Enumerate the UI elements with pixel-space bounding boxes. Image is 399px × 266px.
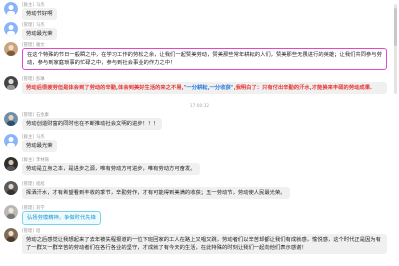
message-bubble[interactable]: 劳动节好啊	[22, 8, 57, 20]
message-bubble[interactable]: 挥洒汗水，才有希望看到丰收的季节，辛勤劳作，才有可能得到美满的收获；五一劳动节，…	[22, 187, 290, 199]
avatar[interactable]	[4, 42, 18, 56]
chat-message: [管理] 程旭 挥洒汗水，才有希望看到丰收的季节，辛勤劳作，才有可能得到美满的收获…	[4, 181, 387, 201]
chat-window: [群主] 马杰 劳动节好啊 [管理] 马杰 劳动最光荣 [管理] 雅文 在这个特殊的节…	[0, 0, 399, 266]
avatar[interactable]	[4, 22, 18, 36]
time-divider: 17:00:32	[189, 104, 210, 109]
scrollbar-thumb[interactable]	[394, 8, 397, 46]
chat-message: [群主] 马杰 劳动最光荣	[4, 134, 387, 154]
message-text-segment: 劳动后很疲劳但是体会到了劳动的辛勤,体会到美好生活的来之不易,	[26, 85, 184, 91]
chat-message: [管理] 旭 劳动之后感觉让我想起来了去年被失程报道的一位下班回家的工人在路上又唱…	[4, 228, 387, 264]
avatar[interactable]	[4, 205, 18, 219]
message-text-segment: "一分耕耘,一分收获"	[183, 85, 234, 91]
message-bubble[interactable]: 劳动最光荣	[22, 140, 57, 152]
message-text-segment: ,我明白了：只有付出辛勤的汗水,才能换来丰硕的劳动成果.	[233, 85, 373, 91]
chat-message: [管理] 石金康 劳动创造财富的同时也在不断推动社会文明的进步！！！	[4, 112, 387, 132]
chat-message: [管理] 彭琳 劳动后很疲劳但是体会到了劳动的辛勤,体会到美好生活的来之不易,"一…	[4, 76, 387, 104]
chat-message: [管理] 雅文 在这个特殊的节日一般瞬之中，在学习工作的劳松之余，让我们一起赞美劳…	[4, 42, 387, 72]
avatar[interactable]	[4, 76, 18, 90]
avatar[interactable]	[4, 112, 18, 126]
avatar[interactable]	[4, 134, 18, 148]
avatar[interactable]	[4, 157, 18, 171]
message-bubble[interactable]: 劳动是立身之本，是进步之源，唯有劳动方可进步，唯有劳动方可奋发。	[22, 163, 200, 175]
chat-message: [群主] 马杰 劳动节好啊	[4, 2, 387, 20]
message-bubble[interactable]: 弘扬劳模精神，争做时代先锋	[22, 211, 101, 225]
chat-message: [群主] 李林锦 劳动是立身之本，是进步之源，唯有劳动方可进步，唯有劳动方可奋发。	[4, 157, 387, 177]
chat-message: [管理] 马杰 劳动最光荣	[4, 22, 387, 40]
message-bubble[interactable]: 劳动之后感觉让我想起来了去年被失程报道的一位下班回家的工人在路上又唱又跳，劳动者…	[22, 234, 387, 254]
chat-message: [管理] 刘学 弘扬劳模精神，争做时代先锋	[4, 205, 387, 225]
avatar[interactable]	[4, 2, 18, 16]
message-bubble[interactable]: 劳动后很疲劳但是体会到了劳动的辛勤,体会到美好生活的来之不易,"一分耕耘,一分收…	[22, 82, 387, 94]
message-bubble[interactable]: 劳动最光荣	[22, 28, 57, 40]
avatar[interactable]	[4, 228, 18, 242]
avatar[interactable]	[4, 181, 18, 195]
message-bubble[interactable]: 在这个特殊的节日一般瞬之中，在学习工作的劳松之余，让我们一起赞美劳动，赞美那些常…	[22, 48, 387, 70]
message-bubble[interactable]: 劳动创造财富的同时也在不断推动社会文明的进步！！！	[22, 118, 163, 130]
